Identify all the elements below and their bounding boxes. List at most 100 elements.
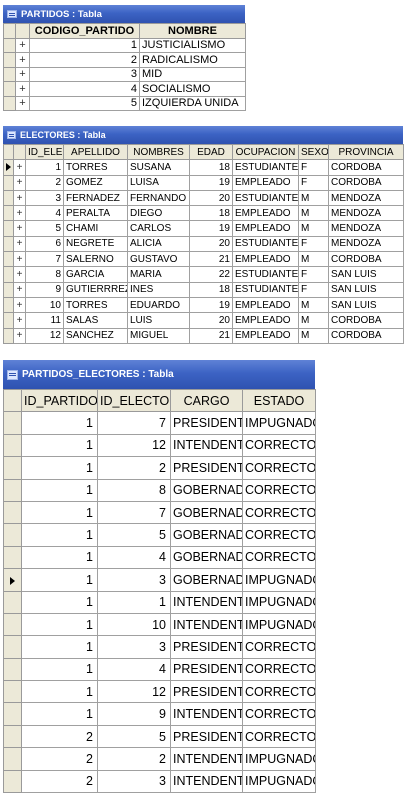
cell-sexo[interactable]: F <box>298 281 329 298</box>
cell-cargo[interactable]: GOBERNADOR <box>170 523 243 547</box>
cell-sexo[interactable]: F <box>298 266 329 283</box>
cell-id-elector[interactable]: 10 <box>97 612 171 637</box>
cell-nombres[interactable]: MIGUEL <box>127 327 190 344</box>
cell-apellido[interactable]: TORRES <box>63 159 128 176</box>
cell-apellido[interactable]: SALERNO <box>63 251 128 268</box>
table-row[interactable]: +4 PERALTA DIEGO 18 EMPLEADO M MENDOZA <box>3 205 404 222</box>
cell-cargo[interactable]: GOBERNADOR <box>170 545 243 570</box>
record-selector[interactable] <box>3 81 16 97</box>
cell-apellido[interactable]: GUTIERRREZ <box>63 281 128 298</box>
col-header-id-elec[interactable]: ID_ELEC <box>25 143 64 161</box>
record-selector[interactable] <box>3 266 14 283</box>
cell-edad[interactable]: 20 <box>189 312 233 329</box>
col-header-nombre[interactable]: NOMBRE <box>139 23 246 39</box>
cell-provincia[interactable]: CORDOBA <box>328 327 404 344</box>
record-selector-header[interactable] <box>3 143 14 161</box>
plus-icon[interactable]: + <box>15 52 30 68</box>
cell-id-elector[interactable]: 12 <box>97 433 171 458</box>
cell-id-elector[interactable]: 3 <box>97 635 171 659</box>
cell-edad[interactable]: 19 <box>189 220 233 237</box>
cell-estado[interactable]: IMPUGNADO <box>242 747 316 771</box>
cell-id-elec[interactable]: 2 <box>25 174 64 191</box>
table-row[interactable]: +2 GOMEZ LUISA 19 EMPLEADO F CORDOBA <box>3 174 404 191</box>
cell-estado[interactable]: CORRECTO <box>242 635 316 659</box>
record-selector[interactable] <box>3 312 14 329</box>
record-selector[interactable] <box>3 37 16 53</box>
cell-cargo[interactable]: PRESIDENTE <box>170 411 243 435</box>
record-selector[interactable] <box>3 159 14 176</box>
cell-nombre[interactable]: RADICALISMO <box>139 52 246 68</box>
record-selector[interactable] <box>3 590 22 614</box>
plus-icon[interactable]: + <box>13 159 26 176</box>
table-row[interactable]: 25PRESIDENTECORRECTO <box>3 724 316 749</box>
plus-icon[interactable]: + <box>13 296 26 314</box>
cell-id-elector[interactable]: 5 <box>97 724 171 749</box>
record-selector[interactable] <box>3 612 22 637</box>
cell-ocupacion[interactable]: EMPLEADO <box>232 174 299 191</box>
plus-icon[interactable]: + <box>15 81 30 97</box>
record-selector[interactable] <box>3 433 22 458</box>
table-row[interactable]: 11INTENDENTEIMPUGNADO <box>3 590 316 614</box>
record-selector[interactable] <box>3 657 22 682</box>
cell-nombres[interactable]: DIEGO <box>127 205 190 222</box>
cell-estado[interactable]: IMPUGNADO <box>242 769 316 794</box>
col-header-cargo[interactable]: CARGO <box>170 388 243 413</box>
cell-nombres[interactable]: EDUARDO <box>127 296 190 314</box>
plus-icon[interactable]: + <box>13 327 26 344</box>
table-row[interactable]: 14GOBERNADORCORRECTO <box>3 545 316 570</box>
table-row[interactable]: 13GOBERNADORIMPUGNADO <box>3 568 316 592</box>
plus-icon[interactable]: + <box>13 251 26 268</box>
cell-id-partido[interactable]: 1 <box>21 635 98 659</box>
cell-id-partido[interactable]: 1 <box>21 523 98 547</box>
table-row[interactable]: 14PRESIDENTECORRECTO <box>3 657 316 682</box>
record-selector[interactable] <box>3 281 14 298</box>
cell-nombres[interactable]: LUIS <box>127 312 190 329</box>
record-selector[interactable] <box>3 296 14 314</box>
table-row[interactable]: 112PRESIDENTECORRECTO <box>3 680 316 704</box>
cell-cargo[interactable]: INTENDENTE <box>170 590 243 614</box>
cell-id-partido[interactable]: 1 <box>21 500 98 525</box>
cell-estado[interactable]: IMPUGNADO <box>242 612 316 637</box>
cell-nombre[interactable]: SOCIALISMO <box>139 81 246 97</box>
cell-id-elector[interactable]: 4 <box>97 657 171 682</box>
cell-cargo[interactable]: PRESIDENTE <box>170 635 243 659</box>
cell-cargo[interactable]: GOBERNADOR <box>170 500 243 525</box>
cell-cargo[interactable]: INTENDENTE <box>170 612 243 637</box>
cell-id-elec[interactable]: 1 <box>25 159 64 176</box>
cell-estado[interactable]: IMPUGNADO <box>242 568 316 592</box>
table-row[interactable]: 110INTENDENTEIMPUGNADO <box>3 612 316 637</box>
cell-nombres[interactable]: ALICIA <box>127 235 190 253</box>
cell-id-partido[interactable]: 1 <box>21 456 98 480</box>
cell-estado[interactable]: IMPUGNADO <box>242 590 316 614</box>
cell-id-partido[interactable]: 2 <box>21 724 98 749</box>
cell-cargo[interactable]: INTENDENTE <box>170 702 243 726</box>
cell-nombres[interactable]: LUISA <box>127 174 190 191</box>
cell-nombres[interactable]: FERNANDO <box>127 189 190 207</box>
table-row[interactable]: +11 SALAS LUIS 20 EMPLEADO M CORDOBA <box>3 312 404 329</box>
cell-cargo[interactable]: INTENDENTE <box>170 433 243 458</box>
cell-id-partido[interactable]: 1 <box>21 411 98 435</box>
cell-apellido[interactable]: GARCIA <box>63 266 128 283</box>
cell-edad[interactable]: 19 <box>189 174 233 191</box>
table-row[interactable]: 22INTENDENTEIMPUGNADO <box>3 747 316 771</box>
cell-id-elec[interactable]: 12 <box>25 327 64 344</box>
cell-edad[interactable]: 18 <box>189 159 233 176</box>
table-row[interactable]: +2 RADICALISMO <box>3 52 246 68</box>
table-row[interactable]: +1 TORRES SUSANA 18 ESTUDIANTE F CORDOBA <box>3 159 404 176</box>
cell-sexo[interactable]: M <box>298 220 329 237</box>
record-selector-header[interactable] <box>3 388 22 413</box>
cell-edad[interactable]: 20 <box>189 189 233 207</box>
table-row[interactable]: 112INTENDENTECORRECTO <box>3 433 316 458</box>
cell-ocupacion[interactable]: ESTUDIANTE <box>232 235 299 253</box>
record-selector[interactable] <box>3 52 16 68</box>
cell-sexo[interactable]: M <box>298 312 329 329</box>
cell-id-partido[interactable]: 1 <box>21 568 98 592</box>
cell-codigo-partido[interactable]: 3 <box>29 66 140 82</box>
cell-id-partido[interactable]: 2 <box>21 769 98 794</box>
cell-edad[interactable]: 21 <box>189 327 233 344</box>
cell-estado[interactable]: CORRECTO <box>242 433 316 458</box>
record-selector[interactable] <box>3 724 22 749</box>
table-row[interactable]: 17PRESIDENTEIMPUGNADO <box>3 411 316 435</box>
table-row[interactable]: 18GOBERNADORCORRECTO <box>3 478 316 502</box>
cell-provincia[interactable]: CORDOBA <box>328 312 404 329</box>
